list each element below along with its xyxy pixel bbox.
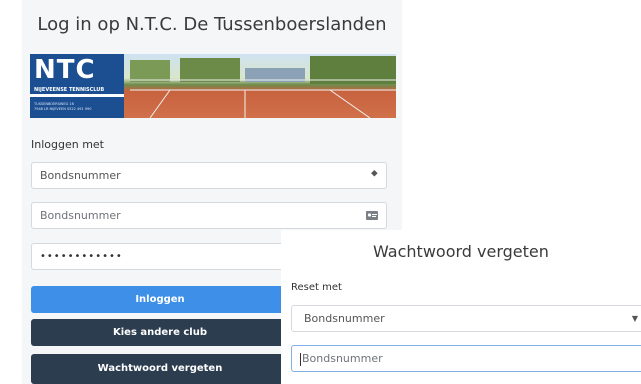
reset-title: Wachtwoord vergeten [373, 242, 549, 261]
reset-number-input[interactable]: Bondsnummer [291, 345, 641, 372]
id-card-icon [366, 211, 378, 220]
text-caret [300, 352, 301, 366]
member-number-input[interactable]: Bondsnummer [31, 202, 387, 229]
forgot-password-button[interactable]: Wachtwoord vergeten [31, 354, 289, 384]
logo-divider [30, 94, 124, 97]
club-logo: NTC NIJEVEENSE TENNISCLUB TUSSENBOERSWEG… [30, 54, 124, 118]
login-title: Log in op N.T.C. De Tussenboerslanden [37, 14, 387, 35]
reset-password-panel: Wachtwoord vergeten Reset met Bondsnumme… [281, 230, 641, 384]
reset-method-select[interactable]: Bondsnummer ▼ [291, 305, 641, 332]
login-with-label: Inloggen met [31, 138, 104, 151]
logo-subtitle: NIJEVEENSE TENNISCLUB [34, 87, 105, 93]
club-banner-image: NTC NIJEVEENSE TENNISCLUB TUSSENBOERSWEG… [30, 54, 396, 118]
logo-address-line2: 7948 LR NIJEVEEN 0522 491 990 [34, 107, 92, 111]
login-button[interactable]: Inloggen [31, 286, 289, 313]
member-number-placeholder: Bondsnummer [40, 209, 121, 222]
login-method-select[interactable]: Bondsnummer ⯁︎ [31, 162, 387, 189]
password-value: •••••••••••• [40, 251, 123, 262]
choose-other-club-button[interactable]: Kies andere club [31, 319, 289, 346]
chevron-down-icon: ▼ [631, 314, 638, 323]
reset-number-placeholder: Bondsnummer [302, 352, 383, 365]
logo-text: NTC [34, 55, 96, 85]
logo-address-line1: TUSSENBOERSWEG 16 [34, 102, 74, 106]
login-method-value: Bondsnummer [40, 169, 121, 182]
select-arrows-icon: ⯁︎ [370, 170, 378, 180]
reset-with-label: Reset met [291, 282, 342, 293]
reset-method-value: Bondsnummer [304, 312, 385, 325]
